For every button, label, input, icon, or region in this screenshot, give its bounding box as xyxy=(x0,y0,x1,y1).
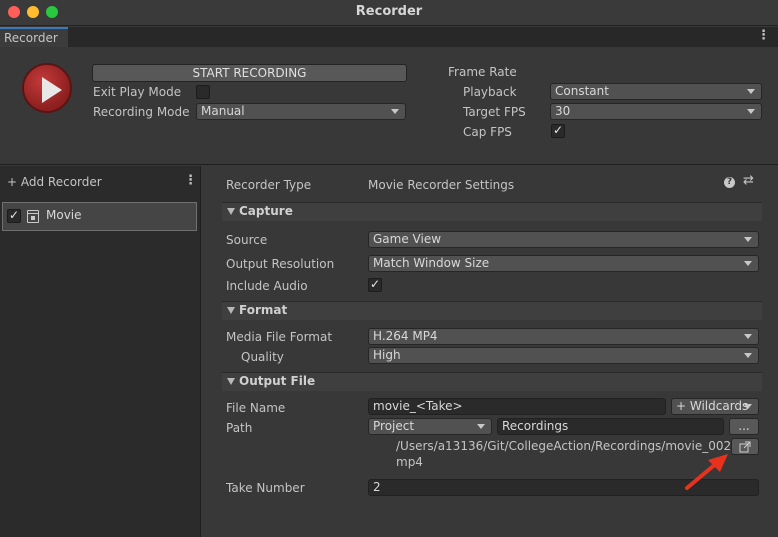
output-file-section-header[interactable]: Output File xyxy=(222,372,762,391)
target-fps-dropdown[interactable]: 30 xyxy=(550,103,762,120)
recorder-item-movie[interactable]: Movie xyxy=(2,202,197,231)
record-play-button[interactable] xyxy=(22,63,72,113)
path-root-dropdown[interactable]: Project xyxy=(368,418,492,435)
recorder-list-menu-icon[interactable]: ⋮ xyxy=(184,173,197,188)
path-label: Path xyxy=(226,421,253,435)
foldout-arrow-icon xyxy=(227,208,235,215)
output-file-section-title: Output File xyxy=(239,374,316,388)
chevron-down-icon xyxy=(744,261,752,266)
output-resolution-label: Output Resolution xyxy=(226,257,335,271)
preset-settings-icon[interactable]: ⇄ xyxy=(743,173,754,188)
chevron-down-icon xyxy=(477,424,485,429)
format-section-header[interactable]: Format xyxy=(222,301,762,320)
source-value: Game View xyxy=(373,232,442,246)
chevron-down-icon xyxy=(744,353,752,358)
quality-value: High xyxy=(373,348,401,362)
exit-play-mode-checkbox[interactable] xyxy=(196,85,210,99)
media-file-format-label: Media File Format xyxy=(226,330,333,344)
tab-recorder[interactable]: Recorder xyxy=(0,27,68,47)
quality-label: Quality xyxy=(241,350,284,364)
recording-mode-dropdown[interactable]: Manual xyxy=(196,103,406,120)
play-icon xyxy=(42,77,62,103)
foldout-arrow-icon xyxy=(227,378,235,385)
start-recording-button[interactable]: START RECORDING xyxy=(92,64,407,82)
resolved-output-path-ext: mp4 xyxy=(396,455,423,469)
recorder-item-label: Movie xyxy=(46,208,82,222)
browse-folder-button[interactable]: ... xyxy=(729,418,759,435)
playback-value: Constant xyxy=(555,84,609,98)
chevron-down-icon xyxy=(391,109,399,114)
target-fps-label: Target FPS xyxy=(463,105,526,119)
file-name-label: File Name xyxy=(226,401,286,415)
add-recorder-button[interactable]: + Add Recorder xyxy=(7,175,102,189)
recording-mode-value: Manual xyxy=(201,104,245,118)
take-number-label: Take Number xyxy=(226,481,305,495)
recording-mode-label: Recording Mode xyxy=(93,105,190,119)
capture-section-header[interactable]: Capture xyxy=(222,202,762,221)
media-file-format-value: H.264 MP4 xyxy=(373,329,438,343)
format-section-title: Format xyxy=(239,303,288,317)
frame-rate-heading: Frame Rate xyxy=(448,65,517,79)
output-resolution-value: Match Window Size xyxy=(373,256,490,270)
chevron-down-icon xyxy=(744,404,752,409)
resolved-output-path: /Users/a13136/Git/CollegeAction/Recordin… xyxy=(396,439,735,453)
source-dropdown[interactable]: Game View xyxy=(368,231,759,248)
playback-label: Playback xyxy=(463,85,517,99)
help-icon[interactable]: ? xyxy=(724,177,735,188)
recording-controls-panel: START RECORDING Exit Play Mode Recording… xyxy=(0,47,778,165)
playback-dropdown[interactable]: Constant xyxy=(550,83,762,100)
tab-bar: Recorder ⋮ xyxy=(0,27,778,47)
recorder-type-value: Movie Recorder Settings xyxy=(368,178,515,192)
recorder-list-panel: + Add Recorder ⋮ Movie xyxy=(0,166,201,537)
wildcards-dropdown[interactable]: + Wildcards xyxy=(671,398,759,415)
path-root-value: Project xyxy=(373,419,415,433)
include-audio-label: Include Audio xyxy=(226,279,308,293)
include-audio-checkbox[interactable] xyxy=(368,277,382,292)
file-name-input[interactable]: movie_<Take> xyxy=(368,398,666,415)
quality-dropdown[interactable]: High xyxy=(368,347,759,364)
tab-menu-icon[interactable]: ⋮ xyxy=(757,28,770,43)
window-title: Recorder xyxy=(355,4,423,19)
open-folder-icon xyxy=(739,441,751,453)
output-resolution-dropdown[interactable]: Match Window Size xyxy=(368,255,759,272)
target-fps-value: 30 xyxy=(555,104,571,118)
recorder-enabled-checkbox[interactable] xyxy=(7,208,21,223)
movie-recorder-icon xyxy=(27,210,39,223)
cap-fps-label: Cap FPS xyxy=(463,125,512,139)
open-output-folder-button[interactable] xyxy=(731,438,759,455)
chevron-down-icon xyxy=(744,334,752,339)
chevron-down-icon xyxy=(747,89,755,94)
capture-section-title: Capture xyxy=(239,204,293,218)
annotation-arrow-icon xyxy=(685,454,728,490)
foldout-arrow-icon xyxy=(227,307,235,314)
chevron-down-icon xyxy=(744,237,752,242)
exit-play-mode-label: Exit Play Mode xyxy=(93,85,182,99)
wildcards-label: + Wildcards xyxy=(676,399,749,413)
title-bar: Recorder xyxy=(0,0,778,26)
path-folder-input[interactable]: Recordings xyxy=(497,418,724,435)
media-file-format-dropdown[interactable]: H.264 MP4 xyxy=(368,328,759,345)
recorder-type-label: Recorder Type xyxy=(226,178,312,192)
source-label: Source xyxy=(226,233,268,247)
chevron-down-icon xyxy=(747,109,755,114)
cap-fps-checkbox[interactable] xyxy=(551,123,565,138)
